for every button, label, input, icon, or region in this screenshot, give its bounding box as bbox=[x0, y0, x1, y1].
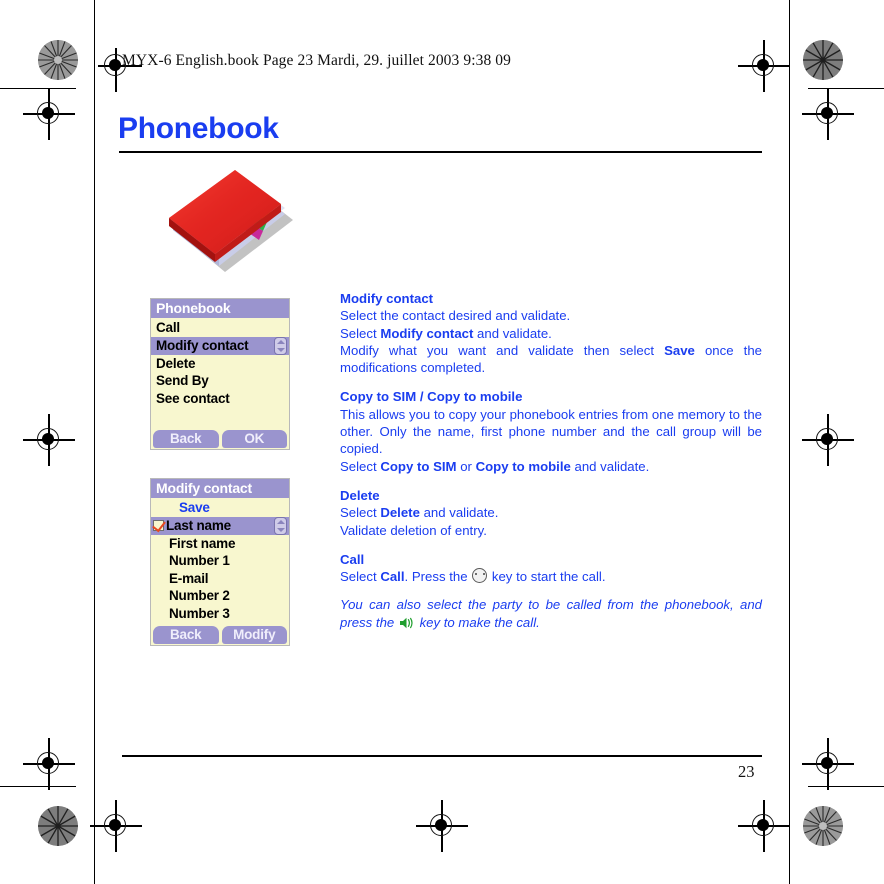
menu-item-modify-contact-label: Modify contact bbox=[156, 337, 249, 353]
menu-item-last-name-label: Last name bbox=[166, 517, 231, 533]
section-heading-delete: Delete bbox=[340, 487, 380, 503]
footer-divider bbox=[122, 755, 762, 757]
menu-item-modify-contact[interactable]: Modify contact bbox=[151, 336, 289, 355]
trim-guide-vertical-left bbox=[94, 0, 96, 884]
call-key-icon bbox=[472, 568, 488, 584]
registration-mark-right-lower bbox=[802, 738, 854, 790]
menu-item-send-by[interactable]: Send By bbox=[151, 372, 289, 390]
text-fragment: key to start the call. bbox=[488, 569, 606, 585]
softkey-back[interactable]: Back bbox=[153, 626, 219, 644]
copy-line-2: Select Copy to SIM or Copy to mobile and… bbox=[340, 458, 762, 475]
text-emphasis: Save bbox=[664, 342, 695, 358]
trim-guide-horizontal-top-right bbox=[808, 88, 884, 90]
text-emphasis: Delete bbox=[380, 505, 420, 521]
registration-mark-left-upper bbox=[23, 88, 75, 140]
menu-item-see-contact[interactable]: See contact bbox=[151, 390, 289, 408]
section-modify-contact: Modify contact Select the contact desire… bbox=[340, 290, 762, 376]
registration-mark-bottom-center bbox=[416, 800, 468, 852]
menu-item-number-2[interactable]: Number 2 bbox=[151, 587, 289, 605]
menu-list-modify-contact: Save Last name First name Number 1 E-mai… bbox=[151, 498, 289, 622]
text-fragment: Select bbox=[340, 458, 381, 474]
section-heading-call: Call bbox=[340, 551, 365, 567]
text-fragment: and validate. bbox=[570, 458, 650, 474]
screen-title-modify-contact: Modify contact bbox=[151, 479, 289, 498]
registration-mark-left-middle bbox=[23, 414, 75, 466]
text-fragment: key to make the call. bbox=[415, 614, 540, 630]
delete-line-1: Select Delete and validate. bbox=[340, 504, 762, 521]
text-emphasis: Copy to SIM bbox=[380, 458, 457, 474]
menu-item-email[interactable]: E-mail bbox=[151, 570, 289, 588]
softkey-bar-modify-contact: Back Modify bbox=[151, 626, 289, 644]
softkey-bar-phonebook: Back OK bbox=[151, 430, 289, 448]
registration-mark-bottom-right bbox=[738, 800, 790, 852]
menu-item-last-name[interactable]: Last name bbox=[151, 516, 289, 535]
scroll-updown-icon[interactable] bbox=[274, 516, 287, 535]
registration-mark-bottom-left bbox=[90, 800, 142, 852]
star-target-mark-top-left bbox=[38, 40, 78, 80]
book-info-header: MYX-6 English.book Page 23 Mardi, 29. ju… bbox=[122, 52, 511, 69]
menu-item-call[interactable]: Call bbox=[151, 319, 289, 337]
registration-mark-left-lower bbox=[23, 738, 75, 790]
text-fragment: Select bbox=[340, 569, 381, 585]
menu-item-number-3[interactable]: Number 3 bbox=[151, 605, 289, 623]
star-target-mark-top-right bbox=[803, 40, 843, 80]
softkey-modify[interactable]: Modify bbox=[221, 626, 287, 644]
trim-guide-vertical-right bbox=[789, 0, 791, 884]
call-line-1: Select Call. Press the key to start the … bbox=[340, 568, 762, 585]
registration-mark-right-middle bbox=[802, 414, 854, 466]
text-fragment: and validate. bbox=[473, 325, 552, 341]
text-emphasis: Copy to mobile bbox=[475, 458, 571, 474]
body-text-column: Modify contact Select the contact desire… bbox=[340, 290, 762, 631]
checkmark-icon[interactable] bbox=[153, 520, 164, 531]
softkey-ok[interactable]: OK bbox=[221, 430, 287, 448]
trim-guide-horizontal-top bbox=[0, 88, 76, 90]
phone-screen-phonebook: Phonebook Call Modify contact Delete Sen… bbox=[150, 298, 290, 450]
speaker-key-icon bbox=[399, 616, 414, 629]
red-address-book-icon bbox=[155, 168, 305, 280]
modify-contact-line-2: Select Modify contact and validate. bbox=[340, 325, 762, 342]
star-target-mark-bottom-right bbox=[803, 806, 843, 846]
section-heading-copy: Copy to SIM / Copy to mobile bbox=[340, 389, 523, 405]
modify-contact-line-3: Modify what you want and validate then s… bbox=[340, 342, 762, 377]
menu-item-delete[interactable]: Delete bbox=[151, 355, 289, 373]
menu-item-number-1[interactable]: Number 1 bbox=[151, 552, 289, 570]
screen-title-phonebook: Phonebook bbox=[151, 299, 289, 318]
section-heading-modify-contact: Modify contact bbox=[340, 291, 434, 306]
title-divider bbox=[119, 151, 762, 154]
menu-item-save[interactable]: Save bbox=[151, 499, 289, 517]
section-copy: Copy to SIM / Copy to mobile This allows… bbox=[340, 388, 762, 474]
registration-mark-top-right bbox=[738, 40, 790, 92]
text-fragment: Select bbox=[340, 325, 381, 341]
menu-list-phonebook: Call Modify contact Delete Send By See c… bbox=[151, 318, 289, 407]
page-number: 23 bbox=[738, 762, 755, 781]
menu-item-first-name[interactable]: First name bbox=[151, 535, 289, 553]
text-fragment: Select bbox=[340, 505, 381, 521]
copy-line-1: This allows you to copy your phonebook e… bbox=[340, 406, 762, 457]
text-fragment: Modify what you want and validate then s… bbox=[340, 342, 665, 358]
text-emphasis: Call bbox=[380, 569, 405, 585]
modify-contact-line-1: Select the contact desired and validate. bbox=[340, 308, 571, 324]
registration-mark-right-upper bbox=[802, 88, 854, 140]
text-fragment: and validate. bbox=[419, 505, 499, 521]
trim-guide-horizontal-bottom bbox=[0, 786, 76, 788]
scroll-updown-icon[interactable] bbox=[274, 336, 287, 355]
text-fragment: or bbox=[456, 458, 476, 474]
text-emphasis: Modify contact bbox=[380, 325, 474, 341]
section-delete: Delete Select Delete and validate. Valid… bbox=[340, 487, 762, 539]
text-fragment: . Press the bbox=[404, 569, 472, 585]
delete-line-2: Validate deletion of entry. bbox=[340, 522, 487, 538]
softkey-back[interactable]: Back bbox=[153, 430, 219, 448]
trim-guide-horizontal-bottom-right bbox=[808, 786, 884, 788]
star-target-mark-bottom-left bbox=[38, 806, 78, 846]
call-note: You can also select the party to be call… bbox=[340, 596, 762, 631]
phone-screen-modify-contact: Modify contact Save Last name First name… bbox=[150, 478, 290, 646]
section-call: Call Select Call. Press the key to start… bbox=[340, 551, 762, 631]
page-title: Phonebook bbox=[118, 112, 279, 145]
